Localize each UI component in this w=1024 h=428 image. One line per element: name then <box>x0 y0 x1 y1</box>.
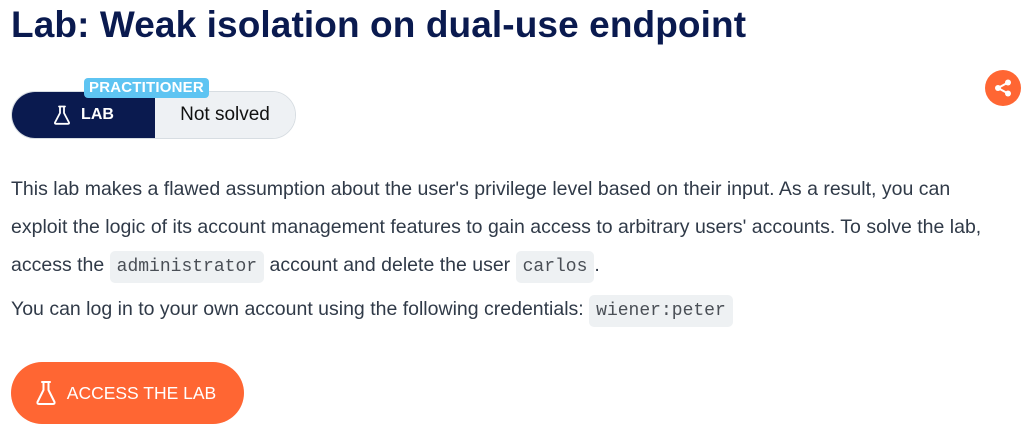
description-text-2: account and delete the user <box>264 254 516 276</box>
credentials-line: You can log in to your own account using… <box>11 290 1011 330</box>
code-credentials: wiener:peter <box>589 295 733 327</box>
lab-status-pill: LAB Not solved <box>11 91 296 139</box>
page-title: Lab: Weak isolation on dual-use endpoint <box>11 4 747 45</box>
flask-icon <box>36 381 56 405</box>
lab-status-badge: PRACTITIONER LAB Not solved <box>11 78 301 142</box>
lab-page: Lab: Weak isolation on dual-use endpoint… <box>0 0 1024 428</box>
lab-label: LAB <box>81 106 114 123</box>
lab-label-segment: LAB <box>12 92 155 138</box>
access-lab-label: ACCESS THE LAB <box>66 382 217 403</box>
flask-icon <box>54 105 71 125</box>
access-lab-button[interactable]: ACCESS THE LAB <box>11 362 244 424</box>
share-icon <box>995 79 1011 97</box>
lab-solve-status: Not solved <box>155 92 295 138</box>
code-carlos: carlos <box>515 251 595 283</box>
difficulty-tag: PRACTITIONER <box>84 78 209 98</box>
lab-description: This lab makes a flawed assumption about… <box>11 170 1011 286</box>
credentials-text: You can log in to your own account using… <box>11 298 590 320</box>
share-button[interactable] <box>985 70 1021 106</box>
code-administrator: administrator <box>109 251 265 283</box>
description-text-3: . <box>594 254 600 276</box>
